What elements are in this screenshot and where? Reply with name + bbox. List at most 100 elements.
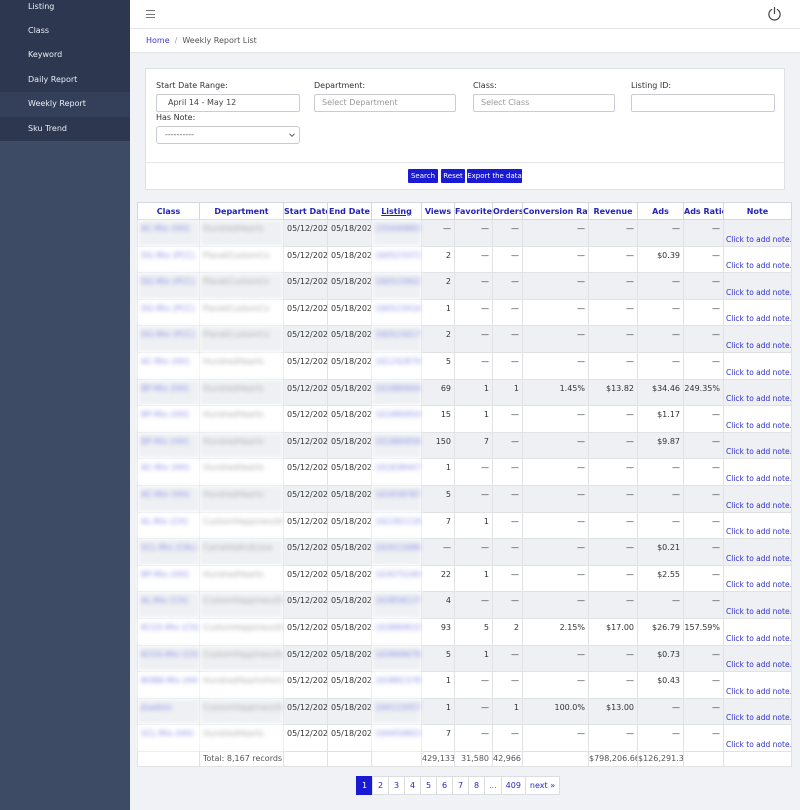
page-button-5[interactable]: 5 bbox=[420, 776, 437, 795]
column-header-start-date: Start Date bbox=[283, 202, 328, 220]
class-select[interactable]: Select Class bbox=[473, 94, 615, 112]
table-row: KCGS-Mix (CH)CustomHappinessShop05/12/20… bbox=[137, 617, 792, 646]
cell-listing-id[interactable]: 1626116868 bbox=[371, 538, 422, 566]
cell-class[interactable]: AL-Mix (CH) bbox=[137, 511, 200, 540]
cell-class[interactable]: BP-Mix (HH) bbox=[137, 431, 200, 460]
cell-listing-id[interactable]: 1605234163 bbox=[371, 298, 422, 327]
cell-revenue: — bbox=[588, 431, 638, 460]
cell-class[interactable]: SCL-Mix (HH) bbox=[137, 724, 200, 752]
sidebar-item-weekly-report[interactable]: Weekly Report bbox=[0, 92, 130, 117]
cell-listing-id[interactable]: 1638996786 bbox=[371, 644, 422, 673]
cell-orders: — bbox=[492, 511, 523, 540]
page-button-3[interactable]: 3 bbox=[388, 776, 405, 795]
add-note-link[interactable]: Click to add note... bbox=[723, 458, 792, 486]
cell-orders: — bbox=[492, 724, 523, 752]
cell-listing-id[interactable]: 1618384471 bbox=[371, 458, 422, 486]
cell-conversion-ratio: — bbox=[522, 671, 589, 699]
add-note-link[interactable]: Click to add note... bbox=[723, 644, 792, 673]
page-button-6[interactable]: 6 bbox=[436, 776, 453, 795]
cell-listing-id[interactable]: 1644508036 bbox=[371, 724, 422, 752]
cell-listing-id[interactable]: 1618809504 bbox=[371, 405, 422, 433]
export-data-button[interactable]: Export the data bbox=[467, 169, 522, 183]
cell-ads: — bbox=[637, 351, 684, 380]
cell-end-date: 05/18/2025 bbox=[327, 644, 372, 673]
cell-class[interactable]: AC-Mix (HH) bbox=[137, 351, 200, 380]
department-select[interactable]: Select Department bbox=[314, 94, 456, 112]
cell-class[interactable]: SCL-Mix (CAL) bbox=[137, 538, 200, 566]
cell-class[interactable]: BP-Mix (HH) bbox=[137, 564, 200, 593]
add-note-link[interactable]: Click to add note... bbox=[723, 511, 792, 540]
cell-class[interactable]: BP-Mix (HH) bbox=[137, 405, 200, 433]
add-note-link[interactable]: Click to add note... bbox=[723, 671, 792, 699]
cell-favorites: — bbox=[454, 591, 493, 619]
cell-listing-id[interactable]: 1638808106 bbox=[371, 617, 422, 646]
add-note-link[interactable]: Click to add note... bbox=[723, 405, 792, 433]
sidebar-item-sku-trend[interactable]: Sku Trend bbox=[0, 117, 130, 141]
cell-listing-id[interactable]: 1605234027 bbox=[371, 272, 422, 300]
column-header-listing[interactable]: Listing bbox=[371, 202, 422, 220]
cell-class[interactable]: Jisaibim bbox=[137, 697, 200, 726]
cell-class[interactable]: AC-Mix (HH) bbox=[137, 484, 200, 513]
hamburger-menu-icon[interactable] bbox=[146, 10, 155, 18]
reset-button[interactable]: Reset bbox=[441, 169, 465, 183]
cell-class[interactable]: DG-Mix (PCC) bbox=[137, 325, 200, 353]
cell-ads-ratio: — bbox=[683, 724, 724, 752]
cell-listing-id[interactable]: 1605234175 bbox=[371, 325, 422, 353]
add-note-link[interactable]: Click to add note... bbox=[723, 564, 792, 593]
add-note-link[interactable]: Click to add note... bbox=[723, 697, 792, 726]
add-note-link[interactable]: Click to add note... bbox=[723, 538, 792, 566]
cell-listing-id[interactable]: 1618809584 bbox=[371, 431, 422, 460]
cell-class[interactable]: AC-Mix (HH) bbox=[137, 458, 200, 486]
page-button-409[interactable]: 409 bbox=[500, 776, 526, 795]
cell-class[interactable]: KCGS-Mix (CH) bbox=[137, 617, 200, 646]
cell-class[interactable]: DG-Mix (PCC) bbox=[137, 272, 200, 300]
power-icon[interactable] bbox=[767, 6, 782, 22]
cell-listing-id[interactable]: 1554408839 bbox=[371, 219, 422, 247]
cell-class[interactable]: BP-Mix (HH) bbox=[137, 378, 200, 407]
search-button[interactable]: Search bbox=[408, 169, 438, 183]
sidebar-item-keyword[interactable]: Keyword bbox=[0, 43, 130, 67]
page-button-7[interactable]: 7 bbox=[452, 776, 469, 795]
add-note-link[interactable]: Click to add note... bbox=[723, 219, 792, 247]
cell-listing-id[interactable]: 1618809446 bbox=[371, 378, 422, 407]
add-note-link[interactable]: Click to add note... bbox=[723, 378, 792, 407]
page-button-2[interactable]: 2 bbox=[372, 776, 389, 795]
breadcrumb-home-link[interactable]: Home bbox=[146, 36, 170, 45]
add-note-link[interactable]: Click to add note... bbox=[723, 484, 792, 513]
cell-listing-id[interactable]: 1630752401 bbox=[371, 564, 422, 593]
listing-id-input[interactable] bbox=[631, 94, 775, 112]
cell-listing-id[interactable]: 1622822182 bbox=[371, 511, 422, 540]
start-date-range-input[interactable]: April 14 - May 12 bbox=[156, 94, 300, 112]
add-note-link[interactable]: Click to add note... bbox=[723, 351, 792, 380]
page-button-8[interactable]: 8 bbox=[468, 776, 485, 795]
add-note-link[interactable]: Click to add note... bbox=[723, 591, 792, 619]
sidebar-item-class[interactable]: Class bbox=[0, 19, 130, 43]
add-note-link[interactable]: Click to add note... bbox=[723, 325, 792, 353]
cell-class[interactable]: AC-Mix (HH) bbox=[137, 219, 200, 247]
add-note-link[interactable]: Click to add note... bbox=[723, 724, 792, 752]
cell-listing-id[interactable]: 1641220578 bbox=[371, 697, 422, 726]
add-note-link[interactable]: Click to add note... bbox=[723, 272, 792, 300]
cell-listing-id[interactable]: 1618387877 bbox=[371, 484, 422, 513]
cell-class[interactable]: DG-Mix (PCC) bbox=[137, 298, 200, 327]
cell-class[interactable]: AL-Mix (CH) bbox=[137, 591, 200, 619]
cell-listing-id[interactable]: 1612428703 bbox=[371, 351, 422, 380]
cell-listing-id[interactable]: 1638823780 bbox=[371, 671, 422, 699]
totals-empty-cell bbox=[723, 750, 792, 767]
cell-class[interactable]: BDBB-Mix (HHH) bbox=[137, 671, 200, 699]
page-button-4[interactable]: 4 bbox=[404, 776, 421, 795]
has-note-select[interactable]: ---------- bbox=[156, 126, 300, 144]
add-note-link[interactable]: Click to add note... bbox=[723, 617, 792, 646]
page-button-1[interactable]: 1 bbox=[356, 776, 373, 795]
cell-class[interactable]: DG-Mix (PCC) bbox=[137, 245, 200, 274]
sidebar-item-listing[interactable]: Listing bbox=[0, 0, 130, 19]
cell-listing-id[interactable]: 1638581277 bbox=[371, 591, 422, 619]
cell-listing-id[interactable]: 1605233728 bbox=[371, 245, 422, 274]
add-note-link[interactable]: Click to add note... bbox=[723, 245, 792, 274]
add-note-link[interactable]: Click to add note... bbox=[723, 431, 792, 460]
column-header-end-date: End Date bbox=[327, 202, 372, 220]
next-page-button[interactable]: next » bbox=[524, 776, 561, 795]
cell-class[interactable]: KCGS-Mix (CH) bbox=[137, 644, 200, 673]
sidebar-item-daily-report[interactable]: Daily Report bbox=[0, 68, 130, 92]
add-note-link[interactable]: Click to add note... bbox=[723, 298, 792, 327]
